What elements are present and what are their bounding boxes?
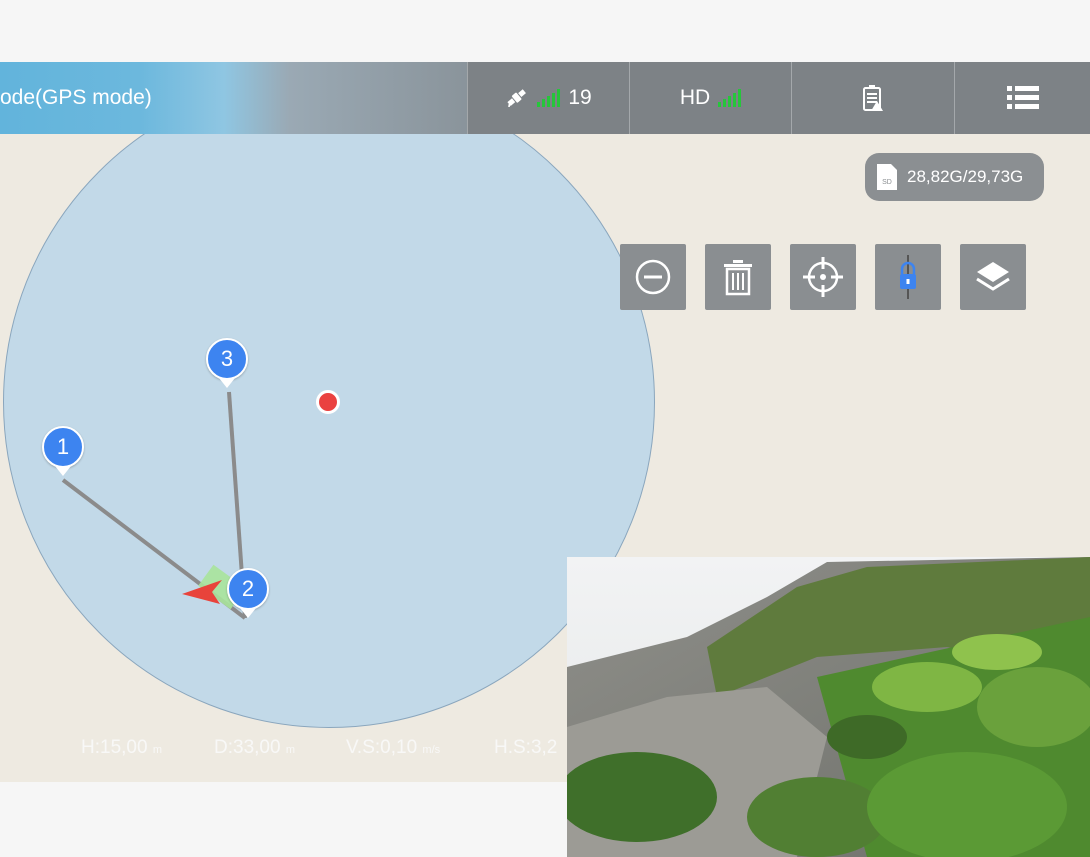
satellite-count: 19 — [568, 86, 592, 109]
hd-link-status[interactable]: HD — [629, 62, 791, 134]
lock-button[interactable] — [875, 244, 941, 310]
zoom-out-button[interactable] — [620, 244, 686, 310]
hd-label: HD — [679, 86, 711, 109]
status-bar: ode(GPS mode) 19 HD — [0, 62, 1090, 134]
waypoint-label: 2 — [241, 576, 255, 601]
waypoint-marker[interactable]: 2 — [227, 568, 269, 610]
minus-circle-icon — [635, 259, 671, 295]
svg-text:SD: SD — [882, 179, 892, 186]
battery-status[interactable] — [791, 62, 954, 134]
flight-mode-indicator[interactable]: ode(GPS mode) — [0, 62, 467, 134]
horizontal-speed-readout: H.S:3,2 — [494, 737, 558, 758]
delete-button[interactable] — [705, 244, 771, 310]
vertical-speed-readout: V.S:0,10 m/s — [346, 737, 441, 758]
home-point-marker[interactable] — [316, 390, 340, 414]
waypoint-marker[interactable]: 3 — [206, 338, 248, 380]
menu-button[interactable] — [954, 62, 1090, 134]
waypoint-label: 3 — [220, 346, 234, 371]
camera-feed-image — [567, 557, 1090, 857]
camera-preview[interactable] — [567, 557, 1090, 857]
layers-icon — [976, 262, 1010, 291]
list-menu-icon — [1006, 86, 1039, 109]
signal-bars-icon — [537, 89, 561, 107]
crosshair-icon — [803, 257, 843, 297]
waypoint-marker[interactable]: 1 — [42, 426, 84, 468]
waypoint-label: 1 — [56, 434, 70, 459]
storage-text: 28,82G/29,73G — [907, 167, 1024, 186]
gps-status[interactable]: 19 — [467, 62, 629, 134]
storage-indicator: SD 28,82G/29,73G — [865, 153, 1044, 201]
lock-icon — [900, 255, 916, 299]
altitude-readout: H:15,00 m — [81, 737, 162, 758]
battery-warning-icon — [863, 85, 883, 111]
sd-card-icon: SD — [877, 164, 897, 190]
locate-button[interactable] — [790, 244, 856, 310]
layers-button[interactable] — [960, 244, 1026, 310]
flight-mode-label: ode(GPS mode) — [0, 86, 152, 109]
trash-icon — [724, 260, 752, 296]
distance-readout: D:33,00 m — [214, 737, 295, 758]
signal-bars-icon — [718, 89, 742, 107]
satellite-icon — [507, 89, 527, 108]
